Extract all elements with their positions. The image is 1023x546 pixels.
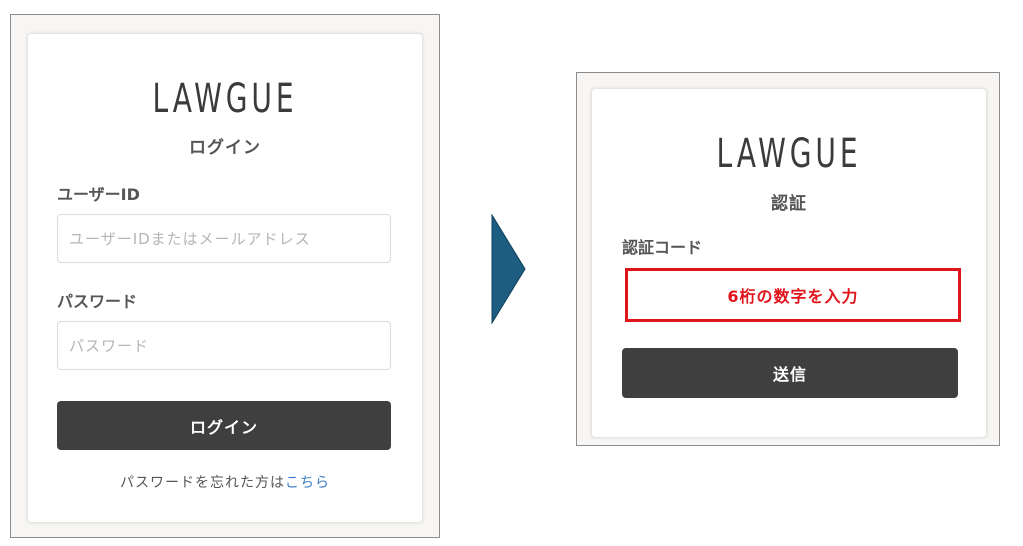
- login-card: LAWGUE ログイン ユーザーID ユーザーIDまたはメールアドレス パスワー…: [27, 33, 423, 523]
- user-id-label: ユーザーID: [57, 185, 140, 204]
- verification-code-label: 認証コード: [622, 238, 703, 257]
- send-button[interactable]: 送信: [622, 348, 958, 398]
- forgot-password-prefix: パスワードを忘れた方は: [120, 475, 285, 491]
- next-step-arrow-icon: [491, 214, 526, 324]
- lawgue-logo: LAWGUE: [716, 131, 862, 177]
- password-label: パスワード: [57, 292, 138, 311]
- forgot-password-text: パスワードを忘れた方はこちら: [28, 472, 422, 492]
- arrow-shape: [491, 214, 526, 324]
- login-button[interactable]: ログイン: [57, 401, 391, 450]
- verification-code-input[interactable]: 6桁の数字を入力: [625, 268, 961, 322]
- page-title: 認証: [771, 194, 807, 214]
- verify-card: LAWGUE 認証 認証コード 6桁の数字を入力 送信: [591, 88, 987, 438]
- lawgue-logo: LAWGUE: [152, 76, 298, 122]
- user-id-input[interactable]: ユーザーIDまたはメールアドレス: [57, 214, 391, 263]
- login-screenshot-frame: LAWGUE ログイン ユーザーID ユーザーIDまたはメールアドレス パスワー…: [10, 14, 440, 538]
- forgot-password-link[interactable]: こちら: [285, 475, 330, 491]
- verify-screenshot-frame: LAWGUE 認証 認証コード 6桁の数字を入力 送信: [576, 72, 1000, 446]
- password-input[interactable]: パスワード: [57, 321, 391, 370]
- page-title: ログイン: [189, 138, 261, 158]
- code-input-annotation: 6桁の数字を入力: [727, 287, 859, 306]
